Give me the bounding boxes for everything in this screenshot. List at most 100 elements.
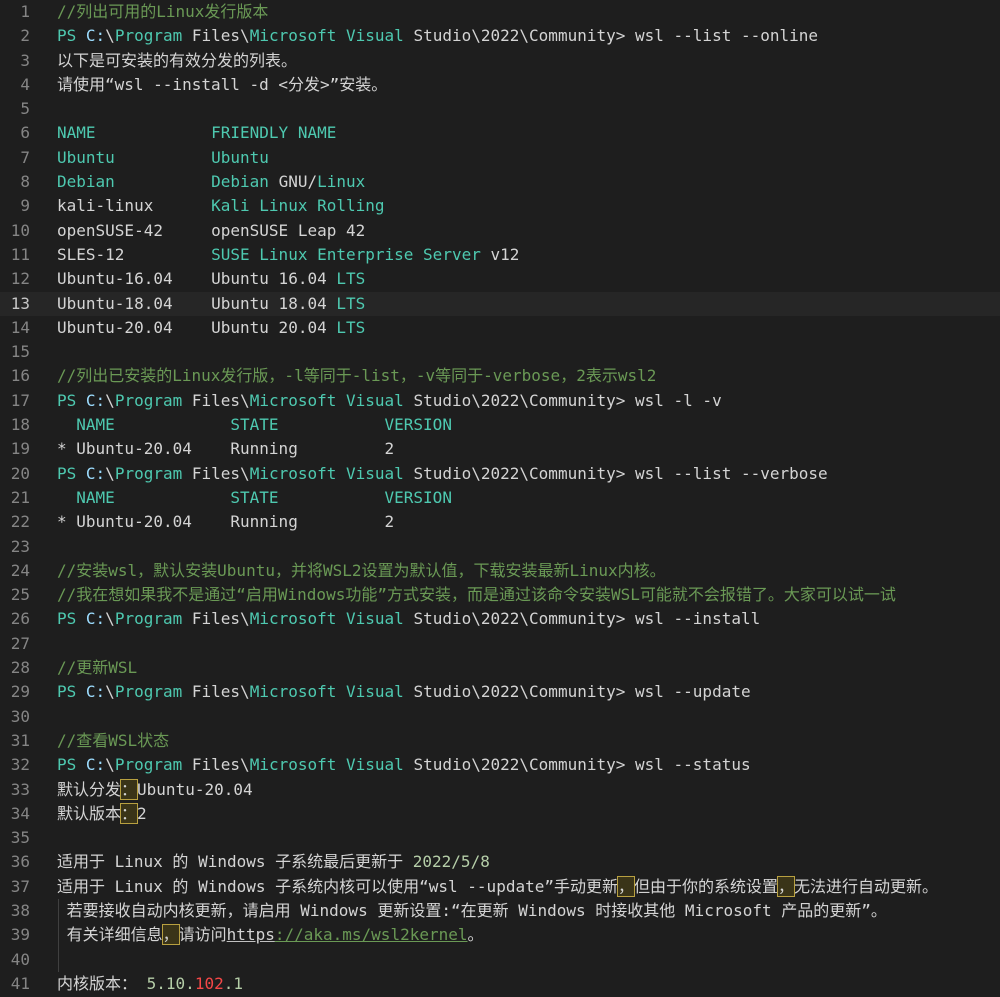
code-line[interactable]: 11 SLES-12 SUSE Linux Enterprise Server v… — [0, 243, 1000, 267]
code-token: 5.10. — [146, 973, 195, 993]
code-token: PS — [57, 682, 86, 702]
line-number: 18 — [10, 415, 30, 435]
code-token: Files\ — [182, 390, 250, 410]
code-line[interactable]: 5 — [0, 97, 1000, 121]
code-token: //列出已安装的Linux发行版，-l等同于-list，-v等同于-verbos… — [57, 366, 657, 386]
link-text[interactable]: https — [227, 925, 275, 944]
line-number: 30 — [10, 706, 30, 726]
code-line[interactable]: 32 PS C:\Program Files\Microsoft Visual S… — [0, 753, 1000, 777]
line-number: 12 — [10, 269, 30, 289]
code-line[interactable]: 21 NAME STATE VERSION — [0, 486, 1000, 510]
code-line[interactable]: 34 默认版本：2 — [0, 802, 1000, 826]
code-line[interactable]: 22 * Ubuntu-20.04 Running 2 — [0, 510, 1000, 534]
code-token: Program — [114, 682, 183, 702]
code-token: \ — [105, 755, 115, 775]
code-token: Microsoft Visual — [249, 390, 404, 410]
code-token: Ubuntu-20.04 — [137, 779, 253, 799]
code-line[interactable]: 40 — [0, 947, 1000, 972]
code-token: 内核版本： — [57, 973, 147, 993]
line-number: 29 — [10, 682, 30, 702]
code-line[interactable]: 1 //列出可用的Linux发行版本 — [0, 0, 1000, 24]
code-token: v12 — [490, 244, 520, 264]
line-number: 26 — [10, 609, 30, 629]
code-line[interactable]: 38 若要接收自动内核更新，请启用 Windows 更新设置:“在更新 Wind… — [0, 898, 1000, 924]
line-number: 13 — [10, 293, 30, 313]
code-line[interactable]: 36 适用于 Linux 的 Windows 子系统最后更新于 2022/5/8 — [0, 850, 1000, 874]
code-line[interactable]: 8 Debian Debian GNU/Linux — [0, 170, 1000, 194]
code-line[interactable]: 33 默认分发：Ubuntu-20.04 — [0, 778, 1000, 802]
line-number: 19 — [10, 439, 30, 459]
code-line[interactable]: 10 openSUSE-42 openSUSE Leap 42 — [0, 219, 1000, 243]
code-line[interactable]: 2 PS C:\Program Files\Microsoft Visual St… — [0, 24, 1000, 48]
line-number: 37 — [10, 876, 30, 896]
code-line[interactable]: 3 以下是可安装的有效分发的列表。 — [0, 49, 1000, 73]
code-token: Ubuntu-16.04 Ubuntu 16.04 — [57, 269, 337, 289]
code-line[interactable]: 20 PS C:\Program Files\Microsoft Visual S… — [0, 462, 1000, 486]
code-token: 适用于 Linux 的 Windows 子系统最后更新于 — [57, 852, 413, 872]
code-line[interactable]: 31 //查看WSL状态 — [0, 729, 1000, 753]
code-token: Studio\2022\Community> wsl --list --onli… — [403, 26, 819, 46]
code-line[interactable]: 15 — [0, 340, 1000, 364]
code-editor[interactable]: 1//列出可用的Linux发行版本 2 PS C:\Program Files\Mi… — [0, 0, 1000, 996]
code-token: Studio\2022\Community> wsl -l -v — [403, 390, 722, 410]
code-token: 若要接收自动内核更新，请启用 Windows 更新设置:“在更新 Windows… — [57, 900, 887, 920]
code-line[interactable]: 6 NAME FRIENDLY NAME — [0, 121, 1000, 145]
code-token: PS — [57, 755, 86, 775]
code-token: Microsoft Visual — [249, 463, 404, 483]
code-line[interactable]: 9 kali-linux Kali Linux Rolling — [0, 194, 1000, 218]
indent-guide — [58, 947, 59, 972]
code-token: //列出可用的Linux发行版本 — [57, 2, 269, 21]
code-token: NAME STATE VERSION — [57, 487, 452, 507]
code-line[interactable]: 27 — [0, 632, 1000, 656]
code-line[interactable]: 23 — [0, 535, 1000, 559]
line-number: 4 — [20, 74, 30, 94]
code-line[interactable]: 25 //我在想如果我不是通过“启用Windows功能”方式安装，而是通过该命令安… — [0, 583, 1000, 607]
code-token: 以下是可安装的有效分发的列表。 — [57, 50, 298, 70]
indent-guide — [58, 923, 59, 948]
code-line[interactable]: 29 PS C:\Program Files\Microsoft Visual S… — [0, 680, 1000, 704]
code-token: \ — [105, 609, 115, 629]
code-token: ， — [161, 924, 180, 946]
code-line[interactable]: 41 内核版本： 5.10.102.1 — [0, 972, 1000, 996]
line-number: 11 — [10, 244, 30, 264]
code-token: Program — [114, 609, 183, 629]
code-line[interactable]: 35 — [0, 826, 1000, 850]
code-line[interactable]: 14 Ubuntu-20.04 Ubuntu 20.04 LTS — [0, 316, 1000, 340]
code-line[interactable]: 4 请使用“wsl --install -d <分发>”安装。 — [0, 73, 1000, 97]
code-line[interactable]: 30 — [0, 705, 1000, 729]
line-number: 36 — [10, 852, 30, 872]
line-number: 8 — [20, 172, 30, 192]
code-line[interactable]: 19 * Ubuntu-20.04 Running 2 — [0, 437, 1000, 461]
code-token: Program — [114, 463, 183, 483]
code-line[interactable]: 37 适用于 Linux 的 Windows 子系统内核可以使用“wsl --up… — [0, 875, 1000, 899]
code-line[interactable]: 24 //安装wsl，默认安装Ubuntu，并将WSL2设置为默认值，下载安装最新… — [0, 559, 1000, 583]
code-token: Microsoft Visual — [249, 682, 404, 702]
code-line[interactable]: 16 //列出已安装的Linux发行版，-l等同于-list，-v等同于-verb… — [0, 364, 1000, 388]
code-line[interactable]: 18 NAME STATE VERSION — [0, 413, 1000, 437]
code-line[interactable]: 17 PS C:\Program Files\Microsoft Visual S… — [0, 389, 1000, 413]
code-token: NAME STATE VERSION — [57, 415, 452, 435]
code-token: 请使用“wsl --install -d <分发>”安装。 — [57, 74, 388, 94]
line-number: 32 — [10, 755, 30, 775]
code-line[interactable]: 13 Ubuntu-18.04 Ubuntu 18.04 LTS — [0, 291, 1000, 316]
code-line[interactable]: 39 有关详细信息，请访问https://aka.ms/wsl2kernel。 — [0, 923, 1000, 948]
code-line[interactable]: 28 //更新WSL — [0, 656, 1000, 680]
code-token: C: — [85, 755, 106, 775]
line-number: 9 — [20, 196, 30, 216]
code-token: //安装wsl，默认安装Ubuntu，并将WSL2设置为默认值，下载安装最新Li… — [57, 560, 666, 580]
code-token: Files\ — [182, 682, 250, 702]
line-number: 41 — [10, 973, 30, 993]
code-token: C: — [85, 682, 106, 702]
code-token: SUSE Linux Enterprise Server — [211, 244, 491, 264]
code-line[interactable]: 12 Ubuntu-16.04 Ubuntu 16.04 LTS — [0, 267, 1000, 291]
line-number: 2 — [20, 26, 30, 46]
link-text[interactable]: ://aka.ms/wsl2kernel — [275, 925, 468, 944]
code-token: 默认版本 — [57, 803, 122, 823]
code-token: 。 — [467, 925, 484, 945]
line-number: 17 — [10, 390, 30, 410]
line-number: 3 — [20, 50, 30, 70]
code-token: C: — [85, 463, 106, 483]
code-line[interactable]: 7 Ubuntu Ubuntu — [0, 146, 1000, 170]
code-line[interactable]: 26 PS C:\Program Files\Microsoft Visual S… — [0, 607, 1000, 631]
code-token: * Ubuntu-20.04 Running 2 — [57, 512, 395, 532]
